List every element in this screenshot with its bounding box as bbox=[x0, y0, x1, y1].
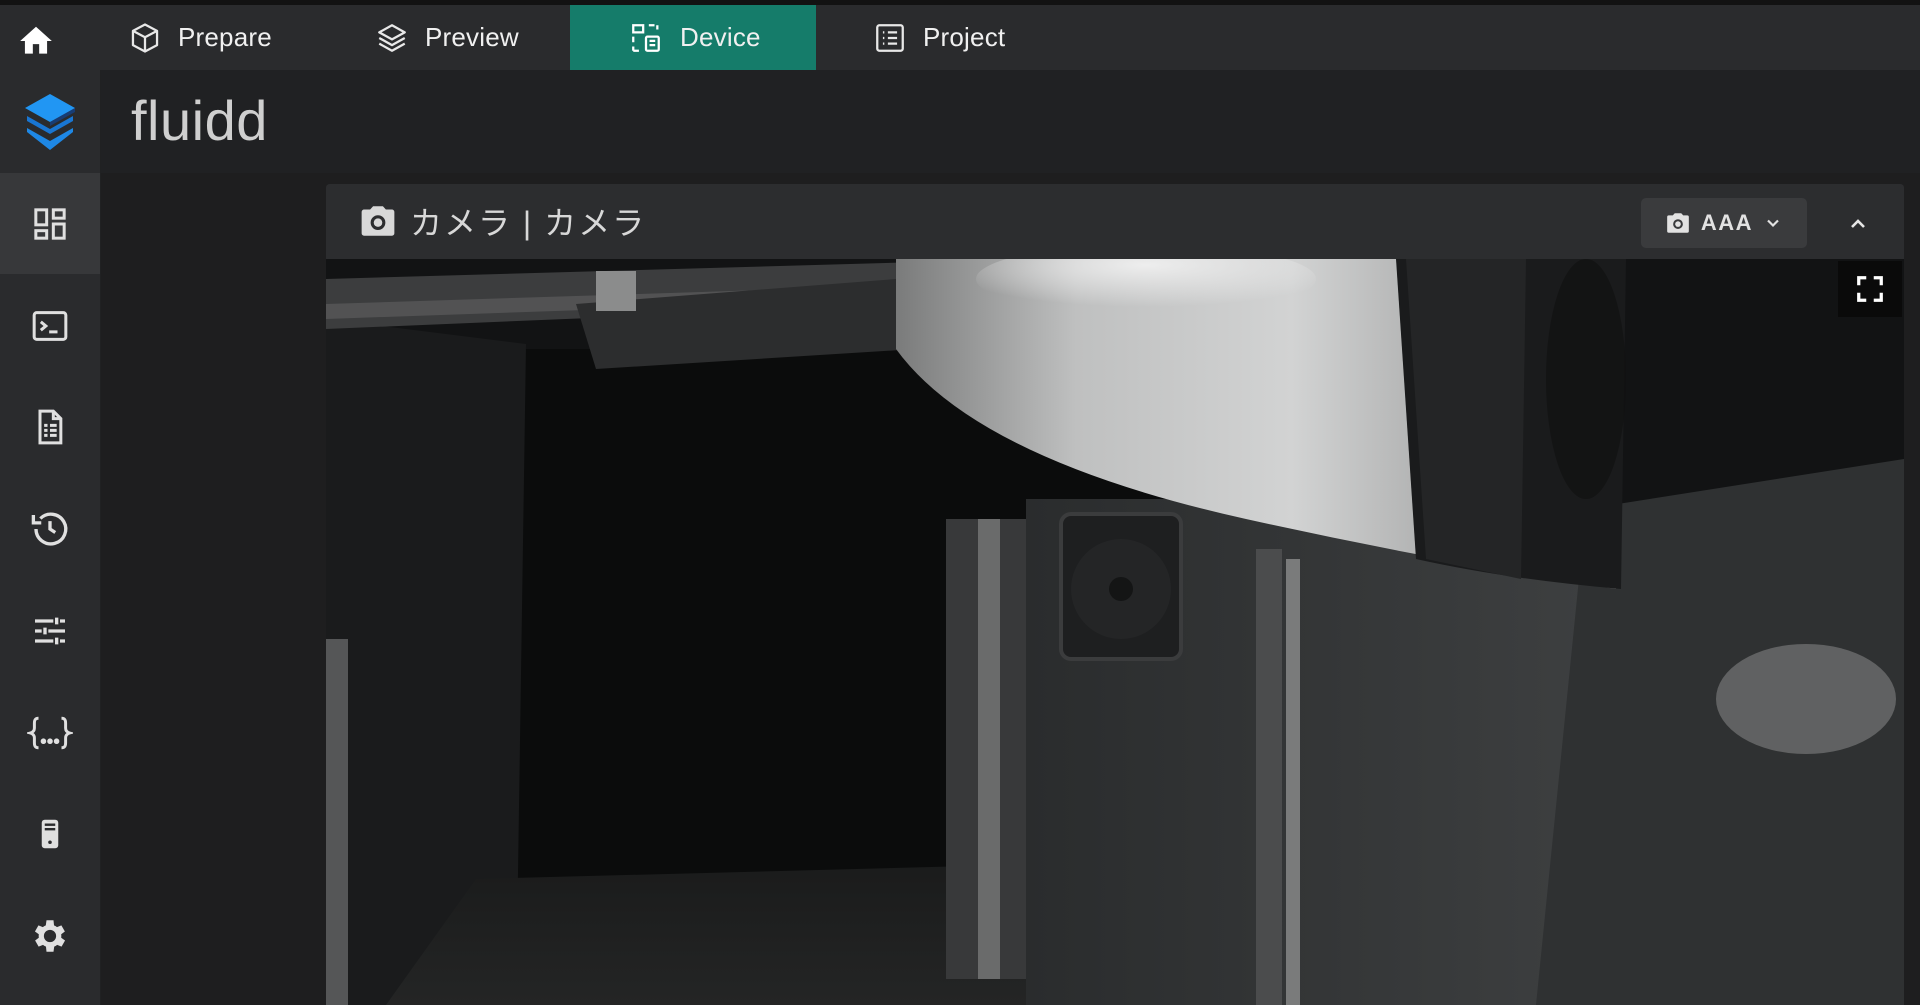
chevron-down-icon bbox=[1767, 219, 1779, 228]
camera-card: カメラ | カメラ AAA bbox=[326, 184, 1904, 1005]
console-icon bbox=[32, 310, 68, 341]
camera-feed[interactable] bbox=[326, 259, 1904, 1005]
nav-dashboard[interactable] bbox=[0, 173, 100, 274]
tab-label: Prepare bbox=[178, 22, 272, 52]
app-header: fluidd bbox=[101, 70, 1920, 173]
nav-macros[interactable] bbox=[0, 682, 100, 783]
settings-icon bbox=[34, 919, 66, 952]
cube-icon bbox=[131, 22, 159, 53]
file-icon bbox=[38, 409, 63, 444]
camera-select[interactable]: AAA bbox=[1641, 198, 1807, 248]
device-icon bbox=[41, 819, 59, 848]
nav-system[interactable] bbox=[0, 783, 100, 884]
home-icon bbox=[20, 26, 52, 54]
nav-console[interactable] bbox=[0, 275, 100, 376]
layers-icon bbox=[378, 23, 406, 52]
camera-card-title-text: カメラ | カメラ bbox=[410, 205, 647, 241]
brand-title: fluidd bbox=[131, 89, 268, 152]
app-window: Prepare Preview Device Project fluidd カメ… bbox=[0, 0, 1920, 1005]
fullscreen-button[interactable] bbox=[1838, 261, 1902, 317]
fullscreen-icon bbox=[1857, 276, 1883, 302]
tab-label: Project bbox=[923, 22, 1006, 52]
camera-select-value: AAA bbox=[1700, 210, 1754, 235]
dashboard-icon bbox=[34, 207, 66, 240]
fluidd-logo-icon bbox=[25, 93, 75, 150]
nav-tune[interactable] bbox=[0, 580, 100, 681]
list-icon bbox=[876, 23, 904, 52]
tab-preview[interactable]: Preview bbox=[375, 5, 575, 70]
fluidd-logo[interactable] bbox=[0, 70, 100, 173]
macros-icon bbox=[27, 716, 73, 749]
nav-history[interactable] bbox=[0, 478, 100, 579]
collapse-button[interactable] bbox=[1836, 202, 1880, 246]
chevron-up-icon bbox=[1851, 219, 1865, 228]
camera-card-title: カメラ | カメラ bbox=[358, 198, 646, 244]
tab-project[interactable]: Project bbox=[873, 5, 1073, 70]
side-navigation bbox=[0, 70, 101, 1005]
nav-files[interactable] bbox=[0, 376, 100, 477]
camera-stream-image bbox=[326, 259, 1904, 1005]
tune-icon bbox=[35, 617, 65, 644]
history-icon bbox=[31, 512, 68, 546]
tab-prepare[interactable]: Prepare bbox=[128, 5, 328, 70]
tab-device[interactable]: Device bbox=[570, 5, 816, 70]
top-tab-bar: Prepare Preview Device Project bbox=[0, 0, 1920, 70]
tab-label: Device bbox=[680, 22, 761, 52]
camera-card-header: カメラ | カメラ AAA bbox=[326, 184, 1904, 259]
camera-icon bbox=[1667, 213, 1689, 233]
camera-icon bbox=[361, 206, 395, 236]
device-icon bbox=[632, 23, 660, 52]
tab-label: Preview bbox=[425, 22, 519, 52]
nav-settings[interactable] bbox=[0, 885, 100, 986]
home-button[interactable] bbox=[10, 17, 62, 65]
